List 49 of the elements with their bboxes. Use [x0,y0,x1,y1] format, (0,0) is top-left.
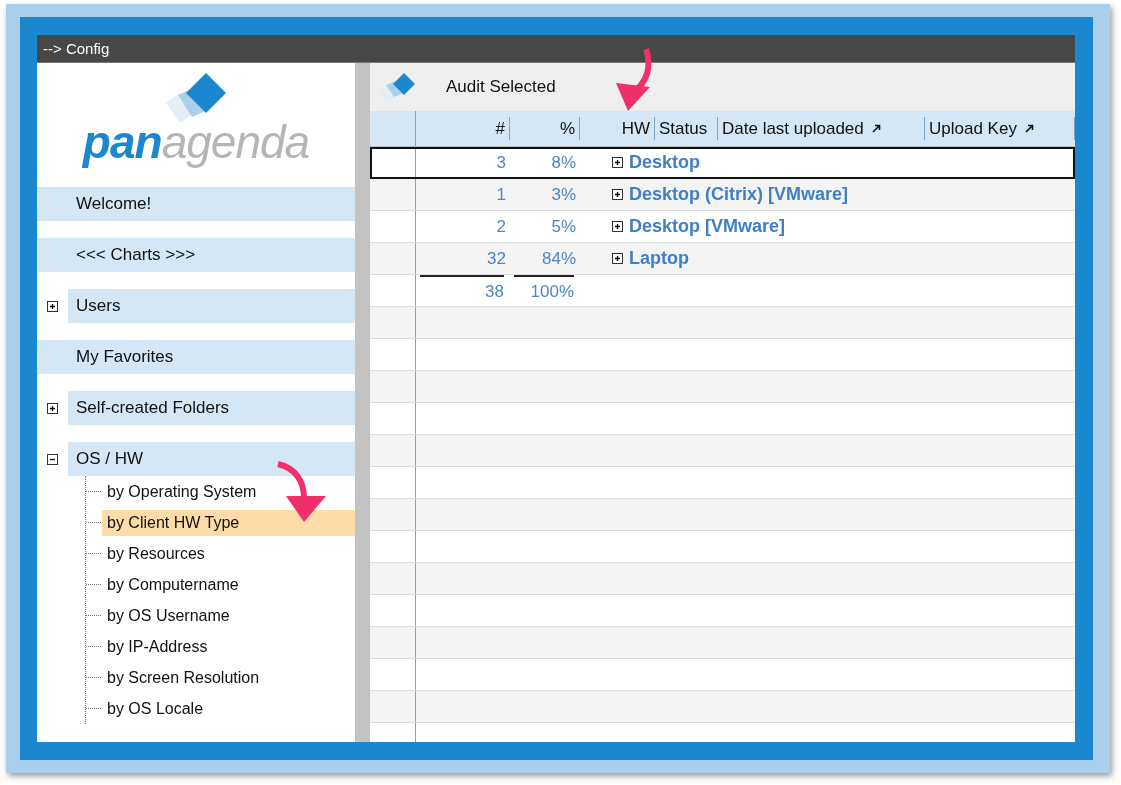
sort-icon[interactable] [871,124,881,133]
hw-type-cell: Desktop [VMware] [629,216,786,237]
tree-item[interactable]: by IP-Address [102,633,355,660]
percent-cell: 8% [551,152,576,173]
collapse-icon[interactable] [47,453,58,465]
tree-item[interactable]: by Resources [102,540,355,567]
sidebar-folder[interactable]: Users [68,289,355,323]
window-title: --> Config [37,35,1075,63]
tree-item[interactable]: by Operating System [102,478,355,505]
table-row[interactable]: 3 8% Desktop [370,147,1075,179]
table-row[interactable]: 32 84% Laptop [370,243,1075,275]
count-cell: 1 [496,184,506,205]
sort-icon[interactable] [1024,124,1034,133]
hw-type-cell: Desktop [629,152,700,173]
percent-cell: 3% [551,184,576,205]
hw-type-cell: Laptop [629,248,689,269]
column-header[interactable]: Date last uploaded [722,118,864,139]
percent-cell: 84% [541,248,576,269]
hw-type-cell: Desktop (Citrix) [VMware] [629,184,849,205]
total-count: 38 [485,281,504,302]
logo-icon [376,73,416,101]
percent-cell: 5% [551,216,576,237]
expand-icon[interactable] [612,157,623,168]
sidebar-folder[interactable]: Self-created Folders [68,391,355,425]
sidebar-folder[interactable]: OS / HW [68,442,355,476]
sidebar-item[interactable]: <<< Charts >>> [37,238,355,272]
table-row[interactable]: 1 3% Desktop (Citrix) [VMware] [370,179,1075,211]
tree-item[interactable]: by Computername [102,571,355,598]
expand-icon[interactable] [612,189,623,200]
count-cell: 2 [496,216,506,237]
tree-item[interactable]: by Screen Resolution [102,664,355,691]
count-cell: 3 [496,152,506,173]
tree-item[interactable]: by Client HW Type [102,509,355,536]
column-header[interactable]: Status [659,118,708,139]
expand-icon[interactable] [612,221,623,232]
expand-icon[interactable] [47,300,58,312]
expand-icon[interactable] [612,253,623,264]
audit-selected-button[interactable]: Audit Selected [446,77,556,97]
sidebar-item[interactable]: My Favorites [37,340,355,374]
column-header[interactable]: # [495,118,505,139]
tree-item[interactable]: by OS Username [102,602,355,629]
expand-icon[interactable] [47,402,58,414]
total-percent: 100% [530,281,574,302]
count-cell: 32 [487,248,506,269]
tree-item[interactable]: by OS Locale [102,695,355,722]
sidebar-item[interactable]: Welcome! [37,187,355,221]
column-header[interactable]: Upload Key [929,118,1017,139]
column-header[interactable]: HW [621,118,650,139]
column-header[interactable]: % [559,118,575,139]
